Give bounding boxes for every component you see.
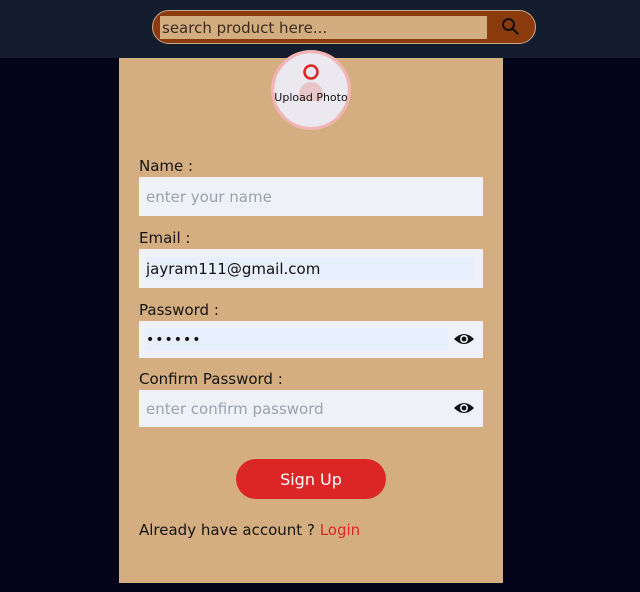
login-prompt: Already have account ? Login xyxy=(139,521,360,539)
password-field xyxy=(139,321,483,358)
eye-icon[interactable] xyxy=(453,330,475,348)
email-input[interactable] xyxy=(146,257,475,280)
search-input[interactable] xyxy=(160,16,487,39)
upload-photo[interactable]: Upload Photo xyxy=(271,50,351,130)
search-button[interactable] xyxy=(485,11,535,43)
eye-icon[interactable] xyxy=(453,399,475,417)
name-label: Name : xyxy=(139,157,194,175)
password-input[interactable] xyxy=(146,328,448,351)
login-link[interactable]: Login xyxy=(320,521,360,539)
name-input[interactable] xyxy=(146,185,475,208)
confirm-password-field xyxy=(139,390,483,427)
search-bar xyxy=(152,10,536,44)
confirm-password-label: Confirm Password : xyxy=(139,370,283,388)
confirm-password-input[interactable] xyxy=(146,397,448,420)
email-label: Email : xyxy=(139,229,191,247)
top-header xyxy=(0,0,640,58)
search-icon xyxy=(501,17,519,39)
signup-button[interactable]: Sign Up xyxy=(236,459,386,499)
name-field xyxy=(139,177,483,216)
password-label: Password : xyxy=(139,301,219,319)
login-prompt-text: Already have account ? xyxy=(139,521,320,539)
upload-photo-label: Upload Photo xyxy=(274,91,348,104)
email-field xyxy=(139,249,483,288)
signup-card: Upload Photo Name : Email : Password : C… xyxy=(119,50,503,583)
